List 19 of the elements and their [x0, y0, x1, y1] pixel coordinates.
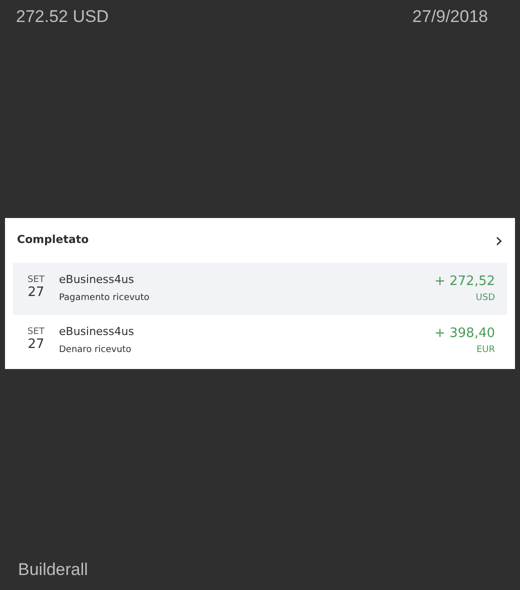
day-text: 27 [28, 338, 44, 353]
amount-value: + 272,52 [434, 273, 495, 291]
transaction-description: Denaro ricevuto [59, 344, 132, 357]
amount-value: + 398,40 [434, 325, 495, 343]
payer-name: eBusiness4us [59, 272, 135, 288]
transaction-row[interactable]: SET 27 eBusiness4us Pagamento ricevuto + 272,52 USD [13, 262, 507, 314]
chevron-button[interactable]: › [495, 230, 507, 250]
section-title: Completato [16, 232, 89, 248]
transaction-description: Pagamento ricevuto [59, 292, 150, 305]
transaction-row[interactable]: SET 27 eBusiness4us Denaro ricevuto + 398,40 EUR [13, 314, 507, 366]
footer-label: Builderall [18, 560, 88, 578]
amount-text: 272.52 USD [16, 6, 109, 28]
payer-name: eBusiness4us [59, 324, 135, 340]
month-text: SET [28, 328, 44, 338]
currency-text: USD [476, 292, 495, 304]
day-text: 27 [28, 286, 44, 301]
month-text: SET [28, 276, 44, 286]
date-text: 27/9/2018 [412, 6, 488, 28]
currency-text: EUR [476, 344, 495, 356]
